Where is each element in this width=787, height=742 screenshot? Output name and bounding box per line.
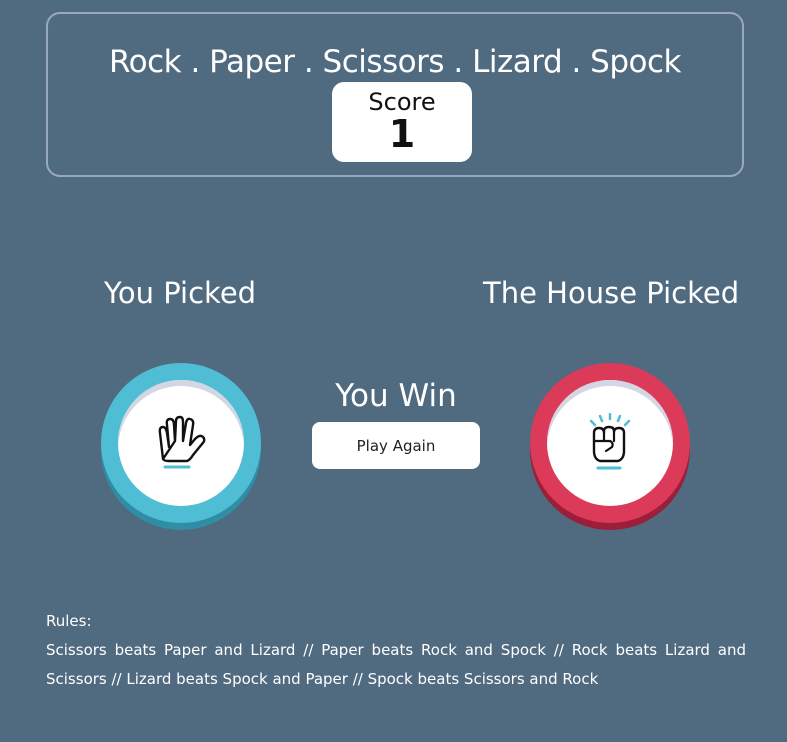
spock-hand-icon xyxy=(158,415,206,469)
result-text: You Win xyxy=(335,378,457,414)
score-box: Score 1 xyxy=(332,82,472,162)
score-value: 1 xyxy=(388,112,416,156)
rules-title: Rules: xyxy=(46,612,92,630)
rock-fist-icon xyxy=(589,413,631,470)
house-choice-inner xyxy=(547,380,673,506)
play-again-button[interactable]: Play Again xyxy=(312,422,480,469)
house-choice-rock xyxy=(530,363,690,523)
rules-text: Scissors beats Paper and Lizard // Paper… xyxy=(46,641,746,688)
player-choice-spock xyxy=(101,363,261,523)
house-picked-label: The House Picked xyxy=(483,276,740,310)
game-title: Rock . Paper . Scissors . Lizard . Spock xyxy=(109,44,682,80)
you-picked-label: You Picked xyxy=(104,276,257,310)
rules-section: Rules: Scissors beats Paper and Lizard /… xyxy=(46,607,746,694)
player-choice-inner xyxy=(118,380,244,506)
header-panel: Rock . Paper . Scissors . Lizard . Spock… xyxy=(46,12,744,177)
